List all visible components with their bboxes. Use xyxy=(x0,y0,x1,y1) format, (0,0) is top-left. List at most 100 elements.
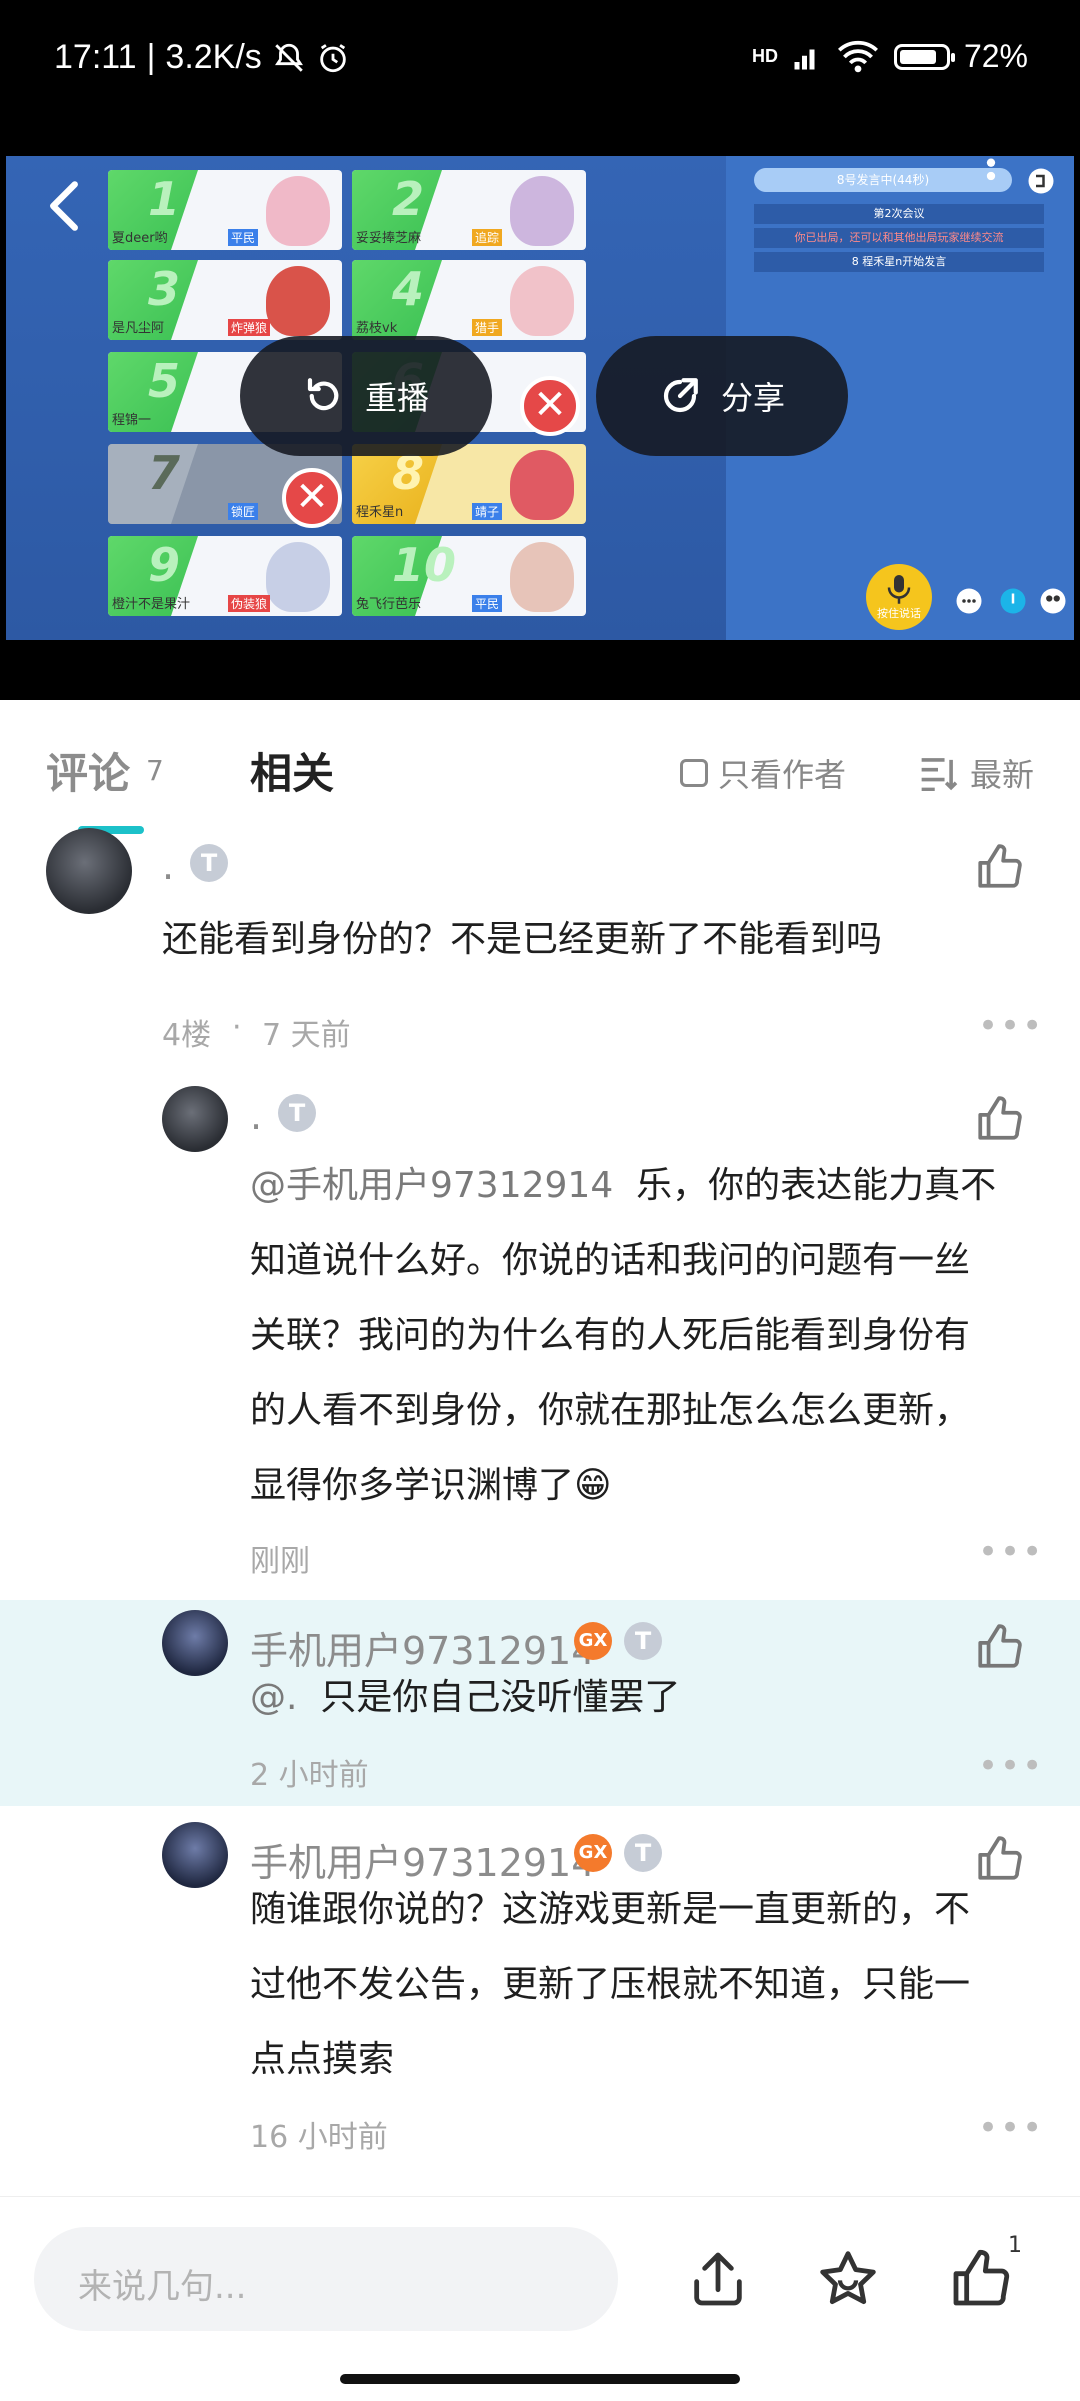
more-options-icon[interactable]: ••• xyxy=(978,2108,1044,2148)
player-card: 3 是凡尘阿 炸弹狼 xyxy=(108,260,342,340)
back-arrow-icon xyxy=(50,181,78,231)
reply-time: 16 小时前 xyxy=(250,2120,388,2155)
replay-button[interactable]: 重播 xyxy=(240,336,492,456)
player-card: 8 程禾星n 靖子 xyxy=(352,444,586,524)
alert-icon xyxy=(1000,588,1026,614)
reply-text-line: @. 只是你自己没听懂罢了 xyxy=(250,1677,681,1718)
comment-count: 7 xyxy=(146,754,164,787)
status-right: HD 72% xyxy=(752,38,1028,75)
status-left: 17:11 | 3.2K/s xyxy=(54,38,350,77)
people-icon xyxy=(1040,588,1066,614)
battery-level: 72% xyxy=(963,38,1028,74)
more-options-icon[interactable]: ••• xyxy=(978,1006,1044,1046)
sort-icon xyxy=(921,758,958,791)
mute-icon xyxy=(274,43,303,72)
comment-input[interactable]: 来说几句... xyxy=(34,2227,618,2331)
reply-text-line: 的人看不到身份，你就在那扯怎么怎么更新， xyxy=(250,1390,971,1431)
reply-text-line: 知道说什么好。你说的话和我问的问题有一丝 xyxy=(250,1240,971,1281)
reply-text-line: @手机用户97312914 乐，你的表达能力真不 xyxy=(250,1165,997,1206)
speaking-banner: 8号发言中(44秒) xyxy=(754,168,1012,192)
comment-input-placeholder: 来说几句... xyxy=(78,2267,247,2307)
thumbs-up-icon[interactable] xyxy=(974,1834,1024,1884)
avatar[interactable] xyxy=(46,828,132,914)
share-icon[interactable] xyxy=(686,2247,750,2311)
wifi-icon xyxy=(837,40,878,72)
video-frame[interactable]: 1 夏deer哟 平民 2 妥妥捧芝麻 追踪 3 是凡尘阿 炸弹狼 4 荔枝vk 猎手 … xyxy=(6,156,1074,640)
player-card: 1 夏deer哟 平民 xyxy=(108,170,342,250)
reply-time: 刚刚 xyxy=(250,1544,310,1579)
like-icon[interactable] xyxy=(948,2247,1012,2311)
comment-tabs: 评论 7 相关 只看作者 最新 xyxy=(0,720,1080,834)
reply-username[interactable]: . xyxy=(250,1094,262,1138)
status-bar: 17:11 | 3.2K/s HD 72% xyxy=(0,0,1080,130)
share-label: 分享 xyxy=(720,379,785,417)
player-card: 2 妥妥捧芝麻 追踪 xyxy=(352,170,586,250)
more-vertical-icon xyxy=(986,158,996,181)
comment-floor: 4楼 xyxy=(162,1018,212,1053)
player-card: 4 荔枝vk 猎手 xyxy=(352,260,586,340)
back-button[interactable] xyxy=(46,178,86,238)
reply-text-line: 过他不发公告，更新了压根就不知道，只能一 xyxy=(250,1964,971,2005)
player-card: 9 橙汁不是果汁 伪装狼 xyxy=(108,536,342,616)
game-badge: GX xyxy=(574,1622,612,1660)
replay-label: 重播 xyxy=(364,379,429,417)
share-icon xyxy=(663,378,698,413)
home-indicator[interactable] xyxy=(340,2374,740,2384)
tab-related[interactable]: 相关 xyxy=(250,740,334,801)
reply-mention[interactable]: @. xyxy=(250,1677,297,1718)
meeting-label: 第2次会议 xyxy=(754,204,1044,224)
reply-text-line: 随谁跟你说的？这游戏更新是一直更新的，不 xyxy=(250,1889,971,1930)
comment-text: 还能看到身份的？不是已经更新了不能看到吗 xyxy=(162,919,883,960)
level-badge: T xyxy=(190,844,228,882)
reply-text-line: 点点摸索 xyxy=(250,2039,395,2080)
reply-time: 2 小时前 xyxy=(250,1758,369,1793)
reply-text-line: 显得你多学识渊博了😁 xyxy=(250,1465,612,1506)
eliminated-icon: ✕ xyxy=(282,468,342,528)
reply-item: 手机用户97312914 GX T 随谁跟你说的？这游戏更新是一直更新的，不 过… xyxy=(0,1822,1080,2155)
thumbs-up-icon[interactable] xyxy=(974,1622,1024,1672)
favorite-star-icon[interactable] xyxy=(816,2247,880,2311)
level-badge: T xyxy=(624,1834,662,1872)
author-only-toggle[interactable]: 只看作者 xyxy=(680,750,846,796)
author-only-checkbox[interactable] xyxy=(680,759,708,787)
reply-text-line: 关联？我问的为什么有的人死后能看到身份有 xyxy=(250,1315,971,1356)
level-badge: T xyxy=(624,1622,662,1660)
grin-emoji: 😁 xyxy=(574,1465,612,1506)
tab-comments[interactable]: 评论 xyxy=(46,740,130,801)
share-overlay-button[interactable]: 分享 xyxy=(596,336,848,456)
bottom-action-bar: 来说几句... 1 xyxy=(0,2196,1080,2401)
comment-username[interactable]: . xyxy=(162,844,174,888)
mic-icon xyxy=(887,575,911,604)
author-only-label: 只看作者 xyxy=(718,756,847,794)
player-card: 10 兔飞行芭乐 平民 xyxy=(352,536,586,616)
battery-icon xyxy=(893,43,955,70)
thumbs-up-icon[interactable] xyxy=(974,842,1024,892)
comment-time: 7 天前 xyxy=(262,1018,351,1053)
exit-icon xyxy=(1028,168,1054,194)
eliminated-icon: ✕ xyxy=(520,376,580,436)
sort-button[interactable]: 最新 xyxy=(918,750,1034,796)
chat-icon xyxy=(956,588,982,614)
replay-icon xyxy=(307,378,339,411)
avatar[interactable] xyxy=(162,1822,228,1888)
more-options-icon[interactable]: ••• xyxy=(978,1532,1044,1572)
avatar[interactable] xyxy=(162,1610,228,1676)
elimination-notice: 你已出局，还可以和其他出局玩家继续交流 xyxy=(754,228,1044,248)
like-count: 1 xyxy=(1008,2233,1022,2258)
more-options-icon[interactable]: ••• xyxy=(978,1746,1044,1786)
reply-item: 手机用户97312914 GX T @. 只是你自己没听懂罢了 2 小时前 ••… xyxy=(0,1610,1080,1800)
network-speed: 3.2K/s xyxy=(165,38,262,76)
alarm-icon xyxy=(320,43,346,72)
level-badge: T xyxy=(278,1094,316,1132)
status-time: 17:11 xyxy=(54,38,137,76)
reply-item: . T @手机用户97312914 乐，你的表达能力真不 知道说什么好。你说的话… xyxy=(0,1080,1080,1579)
reply-mention[interactable]: @手机用户97312914 xyxy=(250,1165,613,1206)
game-badge: GX xyxy=(574,1834,612,1872)
hd-label: HD xyxy=(751,46,778,66)
sort-label: 最新 xyxy=(970,756,1035,794)
video-player[interactable]: 1 夏deer哟 平民 2 妥妥捧芝麻 追踪 3 是凡尘阿 炸弹狼 4 荔枝vk 猎手 … xyxy=(0,130,1080,700)
thumbs-up-icon[interactable] xyxy=(974,1094,1024,1144)
signal-icon xyxy=(794,49,815,69)
avatar[interactable] xyxy=(162,1086,228,1152)
mic-button: 按住说话 xyxy=(866,564,932,630)
